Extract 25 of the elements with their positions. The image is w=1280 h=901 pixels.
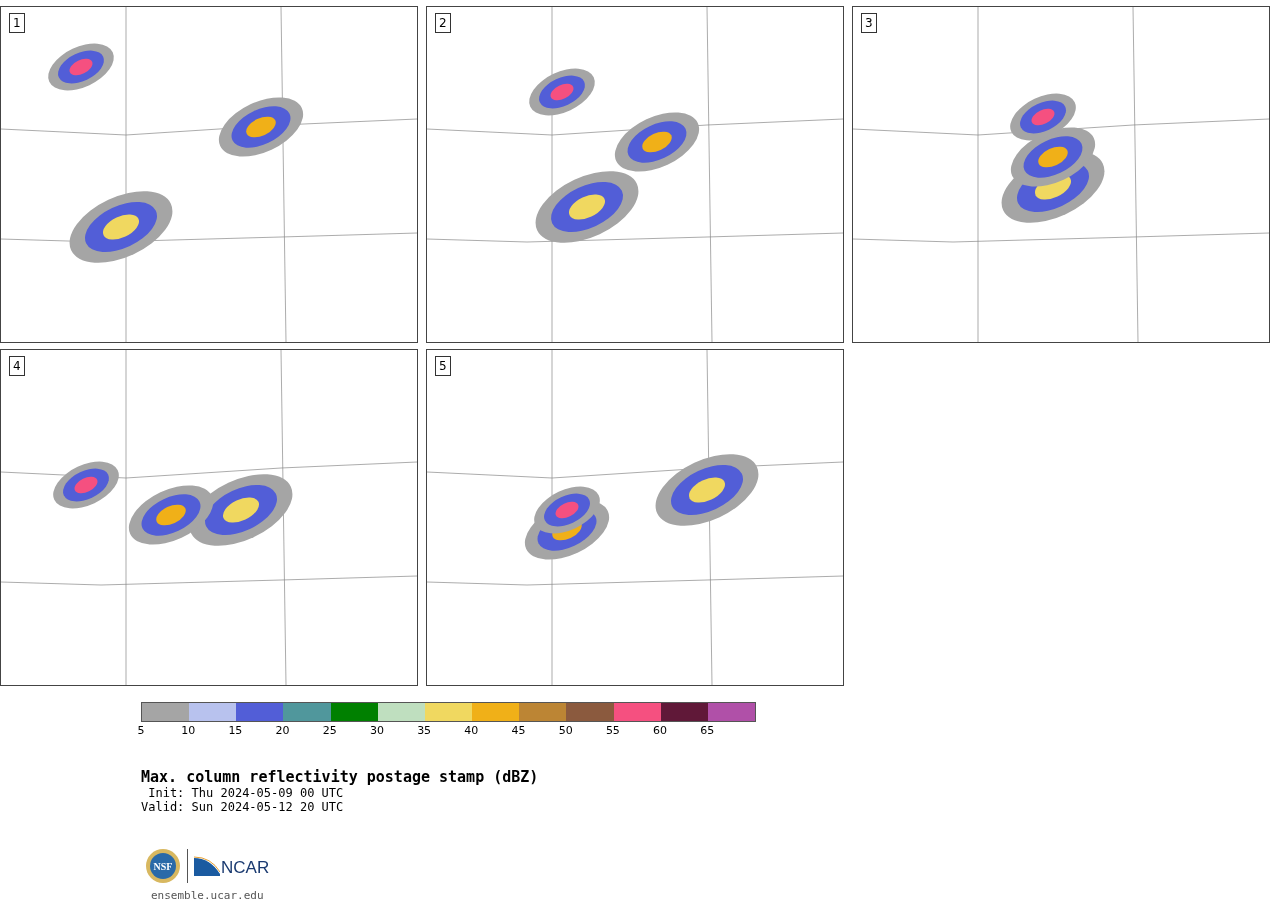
tick-label: 30 xyxy=(368,723,385,738)
tick-label: 40 xyxy=(463,723,480,738)
tick-label: 5 xyxy=(136,723,146,738)
tick-label: 35 xyxy=(416,723,433,738)
tick-label: 20 xyxy=(274,723,291,738)
arc-icon xyxy=(194,856,220,876)
panel-number: 2 xyxy=(435,13,451,33)
website-link[interactable]: ensemble.ucar.edu xyxy=(151,888,264,901)
tick-label: 50 xyxy=(557,723,574,738)
tick-label: 55 xyxy=(604,723,621,738)
valid-time: Valid: Sun 2024-05-12 20 UTC xyxy=(141,800,345,814)
panel-number: 1 xyxy=(9,13,25,33)
tick-label: 65 xyxy=(699,723,716,738)
init-time: Init: Thu 2024-05-09 00 UTC xyxy=(147,786,345,800)
tick-label: 15 xyxy=(227,723,244,738)
tick-label: 10 xyxy=(180,723,197,738)
ncar-logo: NCAR xyxy=(194,856,270,876)
panel-number: 5 xyxy=(435,356,451,376)
nsf-logo-icon: NSF xyxy=(145,848,181,884)
panel-number: 3 xyxy=(861,13,877,33)
tick-label: 45 xyxy=(510,723,527,738)
tick-label: 25 xyxy=(321,723,338,738)
tick-label: 60 xyxy=(652,723,669,738)
chart-title: Max. column reflectivity postage stamp (dBZ) xyxy=(141,768,540,786)
panel-number: 4 xyxy=(9,356,25,376)
